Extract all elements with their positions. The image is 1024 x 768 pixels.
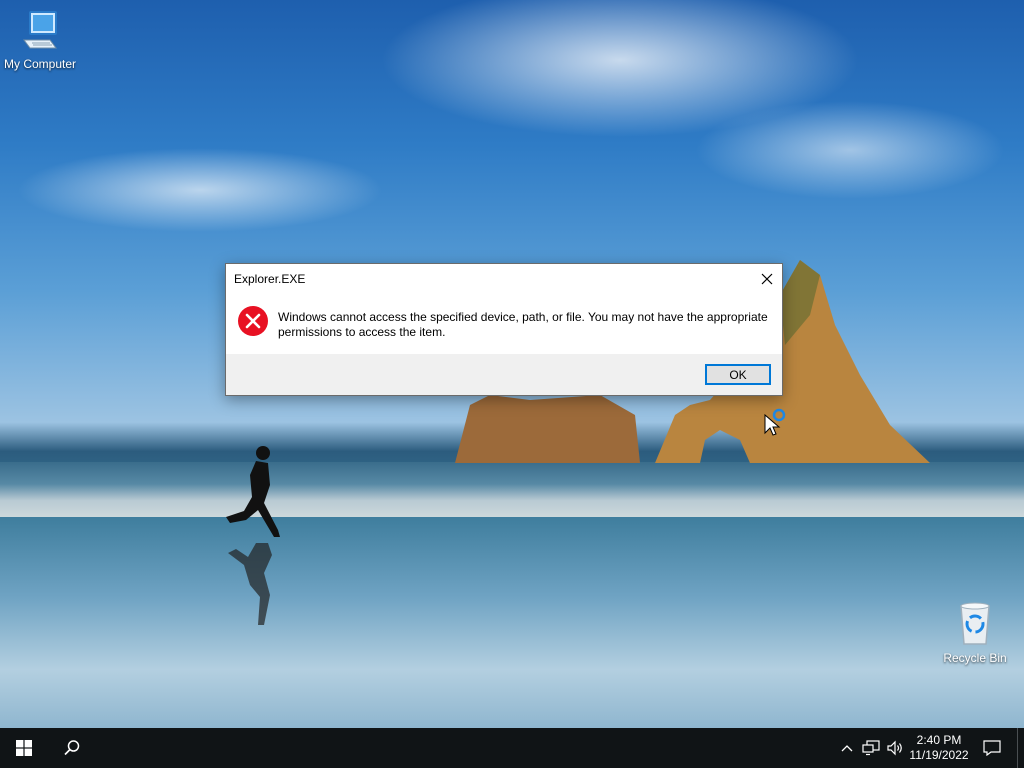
start-button[interactable] — [0, 728, 48, 768]
computer-icon — [23, 11, 57, 49]
volume-icon — [887, 740, 902, 756]
error-icon — [238, 306, 268, 336]
action-center-button[interactable] — [974, 728, 1010, 768]
error-dialog: Explorer.EXE Windows cannot access the s… — [225, 263, 783, 396]
show-desktop-button[interactable] — [1017, 728, 1024, 768]
desktop-icon-label: My Computer — [3, 57, 77, 71]
dialog-message: Windows cannot access the specified devi… — [278, 310, 768, 339]
desktop-icon-my-computer[interactable]: My Computer — [0, 10, 80, 71]
runner-silhouette-image — [226, 446, 280, 625]
notification-icon — [983, 740, 1001, 756]
ok-button[interactable]: OK — [705, 364, 771, 385]
show-hidden-icons-button[interactable] — [838, 728, 856, 768]
windows-logo-icon — [16, 740, 32, 756]
taskbar: 2:40 PM 11/19/2022 — [0, 728, 1024, 768]
clock-button[interactable]: 2:40 PM 11/19/2022 — [908, 728, 970, 768]
network-button[interactable] — [860, 728, 882, 768]
recycle-bin-icon — [960, 602, 990, 645]
search-button[interactable] — [48, 728, 96, 768]
close-icon — [761, 273, 773, 285]
chevron-up-icon — [841, 745, 853, 752]
desktop-icon-label: Recycle Bin — [943, 651, 1007, 665]
dialog-footer: OK — [226, 354, 782, 395]
dialog-titlebar[interactable]: Explorer.EXE — [226, 264, 782, 294]
dialog-title: Explorer.EXE — [234, 272, 306, 286]
tray-date: 11/19/2022 — [909, 748, 969, 762]
horizon-sea — [0, 462, 1024, 517]
network-icon — [862, 740, 880, 756]
search-icon — [64, 740, 80, 756]
volume-button[interactable] — [884, 728, 906, 768]
mouse-cursor-icon — [764, 408, 786, 436]
dialog-close-button[interactable] — [752, 264, 782, 294]
desktop-icon-recycle-bin[interactable]: Recycle Bin — [935, 600, 1015, 665]
tray-time: 2:40 PM — [916, 733, 962, 747]
